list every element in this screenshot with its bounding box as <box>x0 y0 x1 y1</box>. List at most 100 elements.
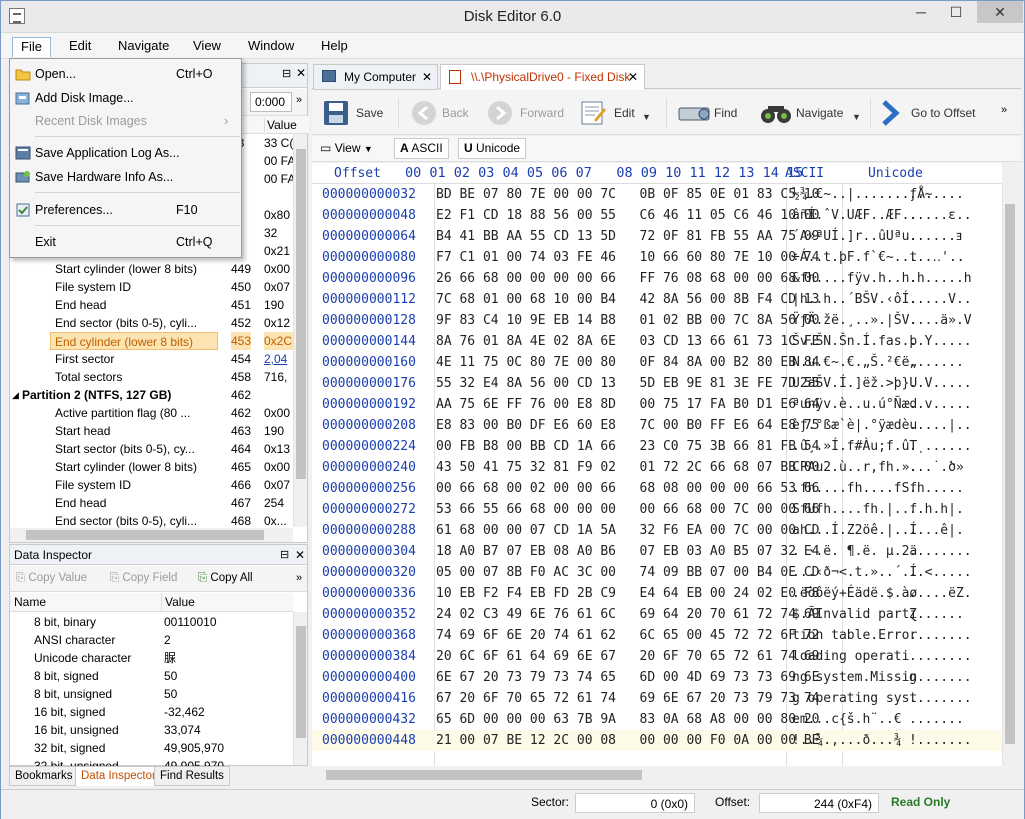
row-hex-bytes[interactable]: 9F 83 C4 10 9E EB 14 B8 01 02 BB 00 7C 8… <box>436 310 820 331</box>
menu-item-preferences[interactable]: Preferences... F10 <box>10 199 241 221</box>
hex-row[interactable]: 000000000176 55 32 E4 8A 56 00 CD 13 5D E… <box>312 373 1002 394</box>
structure-row[interactable]: Start cylinder (lower 8 bits) 465 0x00 <box>10 458 300 476</box>
tab-close-icon[interactable]: ✕ <box>628 65 638 89</box>
row-hex-bytes[interactable]: 24 02 C3 49 6E 76 61 6C 69 64 20 70 61 7… <box>436 604 820 625</box>
view-button[interactable]: ▭ View ▼ <box>320 141 373 155</box>
row-hex-bytes[interactable]: 00 66 68 00 02 00 00 66 68 08 00 00 00 6… <box>436 478 820 499</box>
row-offset[interactable]: 000000000320 <box>322 562 416 583</box>
row-unicode[interactable]: ........ <box>909 625 972 646</box>
row-hex-bytes[interactable]: AA 75 6E FF 76 00 E8 8D 00 75 17 FA B0 D… <box>436 394 820 415</box>
scroll-thumb[interactable] <box>326 770 642 780</box>
pin-icon[interactable]: ⊟ <box>280 545 289 565</box>
structure-row[interactable]: Start sector (bits 0-5), cy... 464 0x13 <box>10 440 300 458</box>
partition-group-row[interactable]: ◢ Partition 2 (NTFS, 127 GB) 462 <box>10 386 300 404</box>
row-offset[interactable]: 000000000096 <box>322 268 416 289</box>
row-ascii[interactable]: $.ÃInvalid parti <box>792 604 917 625</box>
pin-icon[interactable]: ⊟ <box>282 67 291 80</box>
row-ascii[interactable]: N.u.€~.€.„Š.²€ë„ <box>792 352 917 373</box>
scroll-thumb[interactable] <box>1005 204 1015 744</box>
edit-button[interactable]: Edit ▼ <box>580 96 656 130</box>
go-to-offset-button[interactable]: Go to Offset <box>878 96 978 130</box>
hex-row[interactable]: 000000000224 00 FB B8 00 BB CD 1A 66 23 C… <box>312 436 1002 457</box>
structure-row[interactable]: Total sectors 458 716, <box>10 368 300 386</box>
hex-row[interactable]: 000000000432 65 6D 00 00 00 63 7B 9A 83 0… <box>312 709 1002 730</box>
more-chevron-icon[interactable]: » <box>296 94 302 106</box>
row-offset[interactable]: 000000000112 <box>322 289 416 310</box>
row-offset[interactable]: 000000000352 <box>322 604 416 625</box>
scroll-thumb[interactable] <box>296 149 306 479</box>
row-hex-bytes[interactable]: E8 83 00 B0 DF E6 60 E8 7C 00 B0 FF E6 6… <box>436 415 820 436</box>
maximize-button[interactable]: ☐ <box>941 1 971 23</box>
row-hex-bytes[interactable]: 67 20 6F 70 65 72 61 74 69 6E 67 20 73 7… <box>436 688 820 709</box>
row-unicode[interactable]: .h..... <box>909 478 964 499</box>
row-offset[interactable]: 000000000448 <box>322 730 416 751</box>
row-unicode[interactable]: .h.....h <box>909 268 972 289</box>
tab-close-icon[interactable]: ✕ <box>422 65 432 89</box>
structure-row[interactable]: End head 451 190 <box>10 296 300 314</box>
tab-bookmarks[interactable]: Bookmarks <box>9 766 79 786</box>
inspector-row[interactable]: ANSI character 2 <box>10 631 293 649</box>
hex-row[interactable]: 000000000240 43 50 41 75 32 81 F9 02 01 7… <box>312 457 1002 478</box>
row-ascii[interactable]: !..¾.,...ð...¾ <box>792 730 902 751</box>
hex-row[interactable]: 000000000032 BD BE 07 80 7E 00 00 7C 0B 0… <box>312 184 1002 205</box>
copy-field-button[interactable]: ⎘ Copy Field <box>110 572 177 585</box>
copy-value-button[interactable]: ⎘ Copy Value <box>16 572 87 585</box>
hex-row[interactable]: 000000000416 67 20 6F 70 65 72 61 74 69 6… <box>312 688 1002 709</box>
row-hex-bytes[interactable]: 00 FB B8 00 BB CD 1A 66 23 C0 75 3B 66 8… <box>436 436 820 457</box>
collapse-toggle-icon[interactable]: ◢ <box>12 386 19 404</box>
row-unicode[interactable]: ........ <box>909 688 972 709</box>
copy-all-button[interactable]: ⎘ Copy All <box>198 572 253 585</box>
inspector-row[interactable]: 16 bit, unsigned 33,074 <box>10 721 293 739</box>
scroll-thumb[interactable] <box>26 530 264 540</box>
menu-item-exit[interactable]: Exit Ctrl+Q <box>10 231 241 253</box>
row-ascii[interactable]: ´A»ªUÍ.]r..ûUªu. <box>792 226 917 247</box>
row-unicode[interactable]: ........ <box>909 646 972 667</box>
row-offset[interactable]: 000000000032 <box>322 184 416 205</box>
inspector-row[interactable]: Unicode character 脲 <box>10 649 293 667</box>
structure-row[interactable]: File system ID 450 0x07 <box>10 278 300 296</box>
row-ascii[interactable]: .fh....fh....fSf <box>792 478 917 499</box>
scroll-thumb[interactable] <box>296 626 306 738</box>
row-ascii[interactable]: U2äŠV.Í.]ëž.>þ}U <box>792 373 917 394</box>
hex-row[interactable]: 000000000096 26 66 68 00 00 00 00 66 FF 7… <box>312 268 1002 289</box>
row-hex-bytes[interactable]: 10 EB F2 F4 EB FD 2B C9 E4 64 EB 00 24 0… <box>436 583 820 604</box>
hex-row[interactable]: 000000000144 8A 76 01 8A 4E 02 8A 6E 03 C… <box>312 331 1002 352</box>
row-ascii[interactable]: Šv.ŠN.Šn.Í.fas.þ <box>792 331 917 352</box>
structure-row[interactable]: End sector (bits 0-5), cyli... 452 0x12 <box>10 314 300 332</box>
menu-item-open[interactable]: Open... Ctrl+O <box>10 63 241 85</box>
row-unicode[interactable]: ........ <box>909 541 972 562</box>
row-hex-bytes[interactable]: 53 66 55 66 68 00 00 00 00 66 68 00 7C 0… <box>436 499 820 520</box>
row-offset[interactable]: 000000000048 <box>322 205 416 226</box>
tab-data-inspector[interactable]: Data Inspector <box>75 766 162 786</box>
value-column-header[interactable]: Value <box>264 118 297 132</box>
row-hex-bytes[interactable]: 05 00 07 8B F0 AC 3C 00 74 09 BB 07 00 B… <box>436 562 820 583</box>
row-offset[interactable]: 000000000192 <box>322 394 416 415</box>
menu-item-save-application-log[interactable]: Save Application Log As... <box>10 142 241 164</box>
hex-hscroll[interactable] <box>312 768 1002 782</box>
row-ascii[interactable]: ÷Á..t.þF.f`€~..t <box>792 247 917 268</box>
structure-row[interactable]: File system ID 466 0x07 <box>10 476 300 494</box>
hex-row[interactable]: 000000000320 05 00 07 8B F0 AC 3C 00 74 0… <box>312 562 1002 583</box>
row-offset[interactable]: 000000000160 <box>322 352 416 373</box>
navigate-button[interactable]: Navigate ▼ <box>760 96 864 130</box>
row-hex-bytes[interactable]: 74 69 6F 6E 20 74 61 62 6C 65 00 45 72 7… <box>436 625 820 646</box>
tab-physical-drive[interactable]: \\.\PhysicalDrive0 - Fixed Disk ✕ <box>440 64 645 90</box>
row-unicode[interactable]: ....ê|. <box>909 520 964 541</box>
row-hex-bytes[interactable]: BD BE 07 80 7E 00 00 7C 0B 0F 85 0E 01 8… <box>436 184 820 205</box>
panel-close-icon[interactable]: ✕ <box>296 66 306 80</box>
row-ascii[interactable]: SfUfh....fh.|..f <box>792 499 917 520</box>
row-unicode[interactable]: .....ëZ. <box>909 583 972 604</box>
row-offset[interactable]: 000000000208 <box>322 415 416 436</box>
row-ascii[interactable]: ...‹ð¬<.t.»..´.Í <box>792 562 917 583</box>
row-unicode[interactable]: ....... <box>909 709 964 730</box>
row-ascii[interactable]: .ëòôëý+Éädë.$.àø <box>792 583 917 604</box>
hex-row[interactable]: 000000000400 6E 67 20 73 79 73 74 65 6D 0… <box>312 667 1002 688</box>
menu-view[interactable]: View <box>185 37 229 57</box>
data-inspector-vscroll[interactable] <box>293 612 307 765</box>
inspector-row[interactable]: 8 bit, unsigned 50 <box>10 685 293 703</box>
unicode-toggle[interactable]: U Unicode <box>458 138 527 159</box>
row-ascii[interactable]: CPAu2.ù..r,fh.». <box>792 457 917 478</box>
structure-hscroll[interactable] <box>10 528 293 542</box>
tab-my-computer[interactable]: My Computer ✕ <box>313 64 438 90</box>
row-unicode[interactable]: ...˙.ծ» <box>909 457 964 478</box>
